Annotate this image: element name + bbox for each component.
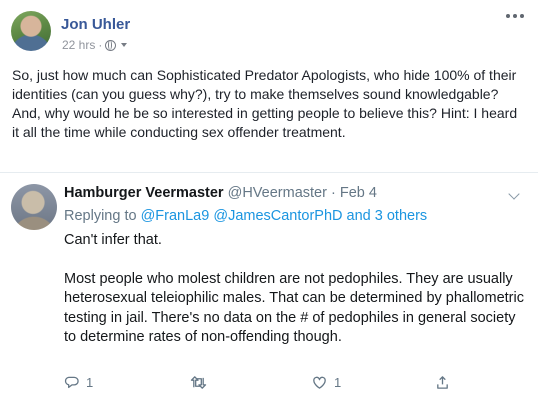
tweet-paragraph: Most people who molest children are not … (64, 270, 524, 346)
post-timestamp[interactable]: 22 hrs (62, 38, 95, 52)
mention-link[interactable]: @JamesCantorPhD (213, 208, 342, 224)
mention-joiner: and (346, 208, 371, 224)
heart-icon (313, 376, 326, 389)
post-meta: 22 hrs · (62, 38, 128, 52)
author-avatar[interactable] (11, 11, 51, 51)
replying-to-label: Replying to (64, 208, 137, 224)
tweet-date[interactable]: Feb 4 (340, 185, 377, 201)
tweet-paragraph: Can't infer that. (64, 232, 162, 248)
reply-button[interactable]: 1 (64, 375, 93, 390)
replying-to: Replying to @FranLa9 @JamesCantorPhD and… (64, 208, 427, 224)
like-button[interactable]: 1 (312, 375, 341, 390)
caret-down-icon[interactable] (121, 43, 128, 47)
tweet-actions: 1 1 (64, 375, 464, 391)
reply-icon (64, 376, 79, 389)
meta-separator: · (98, 38, 103, 52)
tweet-text: Can't infer that. Most people who molest… (64, 231, 524, 348)
mention-link[interactable]: @FranLa9 (141, 208, 210, 224)
tweet-header: Hamburger Veermaster @HVeermaster · Feb … (64, 185, 377, 201)
facebook-post: Jon Uhler 22 hrs · So, just how much can… (0, 0, 538, 172)
globe-icon[interactable] (105, 39, 117, 51)
others-link[interactable]: 3 others (375, 208, 427, 224)
retweet-icon (190, 376, 207, 389)
tweet-avatar[interactable] (11, 184, 57, 230)
like-count: 1 (334, 375, 342, 390)
tweet-author-name[interactable]: Hamburger Veermaster (64, 185, 224, 201)
more-options-icon[interactable] (506, 14, 524, 18)
retweet-button[interactable] (190, 375, 207, 390)
reply-count: 1 (86, 375, 94, 390)
embedded-tweet: Hamburger Veermaster @HVeermaster · Feb … (0, 172, 538, 401)
share-icon (437, 376, 448, 389)
tweet-handle[interactable]: @HVeermaster (228, 185, 327, 201)
share-button[interactable] (435, 375, 450, 390)
tweet-separator: · (330, 185, 336, 201)
author-name[interactable]: Jon Uhler (61, 16, 130, 33)
post-text: So, just how much can Sophisticated Pred… (12, 67, 518, 140)
chevron-down-icon[interactable] (508, 188, 520, 200)
